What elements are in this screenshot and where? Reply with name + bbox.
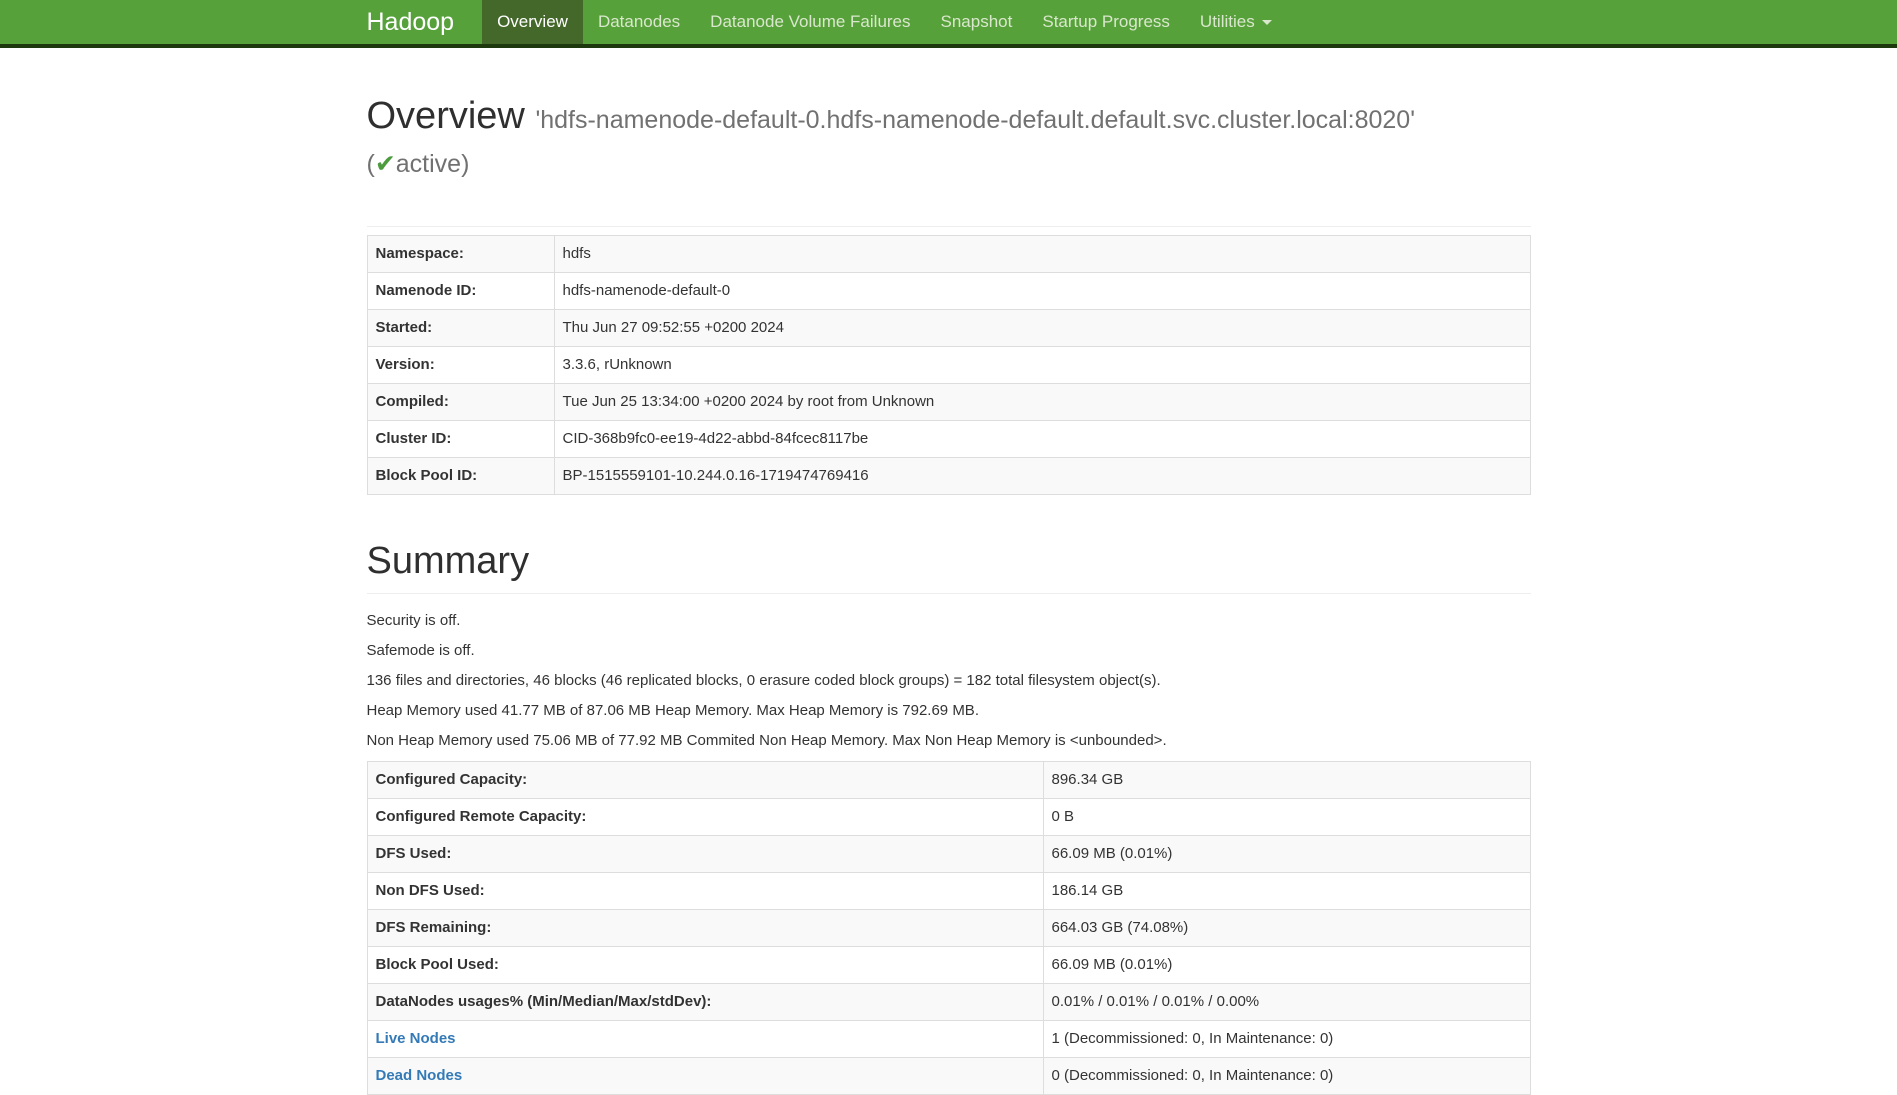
main-content: Overview 'hdfs-namenode-default-0.hdfs-n…: [367, 95, 1531, 1095]
table-row: Configured Remote Capacity: 0 B: [367, 799, 1530, 836]
tab-snapshot[interactable]: Snapshot: [926, 0, 1028, 44]
table-row: Version: 3.3.6, rUnknown: [367, 347, 1530, 384]
table-row: Configured Capacity: 896.34 GB: [367, 762, 1530, 799]
tab-utilities-label: Utilities: [1200, 12, 1255, 31]
table-row: Live Nodes 1 (Decommissioned: 0, In Main…: [367, 1021, 1530, 1058]
table-row: Dead Nodes 0 (Decommissioned: 0, In Main…: [367, 1058, 1530, 1095]
tab-overview[interactable]: Overview: [482, 0, 583, 44]
row-label: Compiled:: [367, 384, 554, 421]
row-value: 896.34 GB: [1043, 762, 1530, 799]
row-label: Dead Nodes: [367, 1058, 1043, 1095]
row-label: Cluster ID:: [367, 421, 554, 458]
table-row: Block Pool Used: 66.09 MB (0.01%): [367, 947, 1530, 984]
heap-memory-text: Heap Memory used 41.77 MB of 87.06 MB He…: [367, 701, 1531, 721]
table-row: Non DFS Used: 186.14 GB: [367, 873, 1530, 910]
row-value: 66.09 MB (0.01%): [1043, 947, 1530, 984]
row-value: Thu Jun 27 09:52:55 +0200 2024: [554, 310, 1530, 347]
row-value: 0.01% / 0.01% / 0.01% / 0.00%: [1043, 984, 1530, 1021]
caret-down-icon: [1262, 20, 1272, 25]
table-row: DFS Remaining: 664.03 GB (74.08%): [367, 910, 1530, 947]
navbar-container: Hadoop Overview Datanodes Datanode Volum…: [367, 0, 1531, 44]
namenode-info-table: Namespace: hdfs Namenode ID: hdfs-nameno…: [367, 235, 1531, 495]
table-row: Started: Thu Jun 27 09:52:55 +0200 2024: [367, 310, 1530, 347]
row-value: 0 (Decommissioned: 0, In Maintenance: 0): [1043, 1058, 1530, 1095]
row-label: Configured Capacity:: [367, 762, 1043, 799]
row-label: Started:: [367, 310, 554, 347]
row-label: Non DFS Used:: [367, 873, 1043, 910]
non-heap-memory-text: Non Heap Memory used 75.06 MB of 77.92 M…: [367, 731, 1531, 751]
active-check-icon: ✔: [375, 150, 396, 178]
tab-startup-progress[interactable]: Startup Progress: [1027, 0, 1185, 44]
table-row: DataNodes usages% (Min/Median/Max/stdDev…: [367, 984, 1530, 1021]
top-navbar: Hadoop Overview Datanodes Datanode Volum…: [0, 0, 1897, 48]
row-label: DataNodes usages% (Min/Median/Max/stdDev…: [367, 984, 1043, 1021]
row-value: hdfs: [554, 236, 1530, 273]
table-row: Block Pool ID: BP-1515559101-10.244.0.16…: [367, 458, 1530, 495]
row-label: Block Pool Used:: [367, 947, 1043, 984]
row-label: DFS Used:: [367, 836, 1043, 873]
tab-datanode-volume-failures[interactable]: Datanode Volume Failures: [695, 0, 925, 44]
safemode-status-text: Safemode is off.: [367, 641, 1531, 661]
row-value: 186.14 GB: [1043, 873, 1530, 910]
overview-page-header: Overview 'hdfs-namenode-default-0.hdfs-n…: [367, 95, 1531, 227]
navbar-brand-hadoop[interactable]: Hadoop: [367, 0, 469, 44]
row-label: Block Pool ID:: [367, 458, 554, 495]
row-label: Version:: [367, 347, 554, 384]
tab-utilities-dropdown[interactable]: Utilities: [1185, 0, 1287, 44]
security-status-text: Security is off.: [367, 611, 1531, 631]
row-label: Configured Remote Capacity:: [367, 799, 1043, 836]
tab-datanodes[interactable]: Datanodes: [583, 0, 695, 44]
page-title: Overview: [367, 95, 525, 137]
table-row: Compiled: Tue Jun 25 13:34:00 +0200 2024…: [367, 384, 1530, 421]
table-row: Namenode ID: hdfs-namenode-default-0: [367, 273, 1530, 310]
summary-paragraphs: Security is off. Safemode is off. 136 fi…: [367, 611, 1531, 751]
table-row: Cluster ID: CID-368b9fc0-ee19-4d22-abbd-…: [367, 421, 1530, 458]
row-value: CID-368b9fc0-ee19-4d22-abbd-84fcec8117be: [554, 421, 1530, 458]
summary-section-title: Summary: [367, 540, 1531, 594]
live-nodes-link[interactable]: Live Nodes: [376, 1030, 456, 1047]
namenode-address: 'hdfs-namenode-default-0.hdfs-namenode-d…: [535, 106, 1415, 134]
row-label: Live Nodes: [367, 1021, 1043, 1058]
status-label: active): [396, 150, 470, 178]
row-value: hdfs-namenode-default-0: [554, 273, 1530, 310]
summary-stats-table: Configured Capacity: 896.34 GB Configure…: [367, 761, 1531, 1095]
row-value: 1 (Decommissioned: 0, In Maintenance: 0): [1043, 1021, 1530, 1058]
row-value: 3.3.6, rUnknown: [554, 347, 1530, 384]
row-value: 66.09 MB (0.01%): [1043, 836, 1530, 873]
navbar-menu: Overview Datanodes Datanode Volume Failu…: [482, 0, 1287, 44]
dead-nodes-link[interactable]: Dead Nodes: [376, 1067, 463, 1084]
status-open-paren: (: [367, 150, 375, 178]
row-value: BP-1515559101-10.244.0.16-1719474769416: [554, 458, 1530, 495]
row-label: Namenode ID:: [367, 273, 554, 310]
table-row: Namespace: hdfs: [367, 236, 1530, 273]
row-label: DFS Remaining:: [367, 910, 1043, 947]
row-value: Tue Jun 25 13:34:00 +0200 2024 by root f…: [554, 384, 1530, 421]
filesystem-objects-text: 136 files and directories, 46 blocks (46…: [367, 671, 1531, 691]
row-label: Namespace:: [367, 236, 554, 273]
page-title-line: Overview 'hdfs-namenode-default-0.hdfs-n…: [367, 95, 1531, 141]
namenode-status: (✔active): [367, 149, 1531, 179]
table-row: DFS Used: 66.09 MB (0.01%): [367, 836, 1530, 873]
row-value: 664.03 GB (74.08%): [1043, 910, 1530, 947]
row-value: 0 B: [1043, 799, 1530, 836]
